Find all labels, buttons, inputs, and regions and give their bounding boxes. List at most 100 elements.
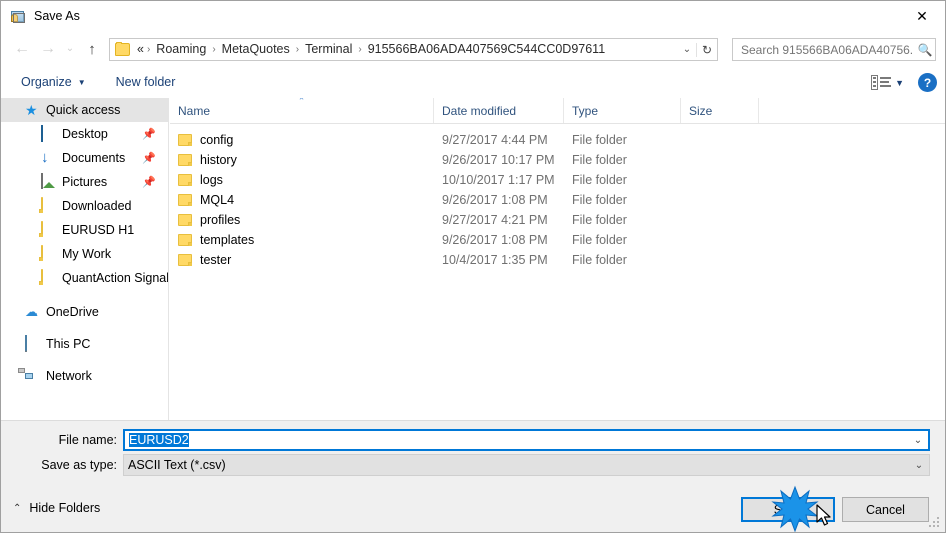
file-name-input[interactable]: EURUSD2 ⌄	[123, 429, 930, 451]
chevron-down-icon[interactable]: ⌄	[678, 44, 696, 55]
save-button[interactable]: Save	[741, 497, 835, 522]
folder-icon	[41, 197, 57, 214]
hide-folders-label: Hide Folders	[29, 501, 101, 515]
chevron-down-icon[interactable]: ⌄	[909, 460, 929, 471]
cell-date-modified: 9/27/2017 4:44 PM	[442, 133, 548, 147]
breadcrumb-item-terminal[interactable]: Terminal	[301, 41, 356, 58]
sidebar-item-label: My Work	[62, 246, 112, 261]
cancel-button[interactable]: Cancel	[842, 497, 929, 522]
chevron-down-icon[interactable]: ⌄	[908, 435, 928, 446]
file-name-row: File name: EURUSD2 ⌄	[1, 429, 945, 451]
file-name-label: history	[200, 153, 237, 167]
column-header-name[interactable]: ⌃ Name	[170, 98, 434, 123]
cell-type: File folder	[572, 253, 627, 267]
pin-icon[interactable]: 📌	[142, 152, 156, 165]
sidebar-item-label: OneDrive	[46, 304, 99, 319]
sidebar-item-documents[interactable]: ↓ Documents 📌	[1, 146, 168, 170]
new-folder-button[interactable]: New folder	[108, 72, 184, 93]
sidebar-item-network[interactable]: Network	[1, 364, 168, 388]
chevron-down-icon[interactable]: ▼	[895, 78, 904, 88]
sidebar-item-onedrive[interactable]: ☁ OneDrive	[1, 300, 168, 324]
sidebar-item-eurusd-h1[interactable]: EURUSD H1	[1, 218, 168, 242]
back-button[interactable]: ←	[9, 36, 35, 62]
sidebar-item-label: Quick access	[46, 102, 121, 117]
save-as-type-row: Save as type: ASCII Text (*.csv) ⌄	[1, 454, 945, 476]
breadcrumb-separator: ›	[358, 44, 362, 55]
sidebar-item-label: Pictures	[62, 174, 108, 189]
network-icon	[18, 368, 41, 384]
folder-icon	[178, 254, 192, 266]
folder-icon	[178, 174, 192, 186]
cell-name: config	[170, 133, 434, 147]
file-name-value-wrap: EURUSD2	[125, 433, 908, 447]
downloads-arrow-icon: ↓	[41, 149, 49, 166]
column-header-size[interactable]: Size	[681, 98, 759, 123]
save-as-type-label: Save as type:	[41, 458, 117, 472]
column-header-label: Type	[572, 103, 599, 118]
table-row[interactable]: MQL4 9/26/2017 1:08 PM File folder	[170, 190, 945, 210]
folder-icon	[41, 269, 57, 286]
pin-icon[interactable]: 📌	[142, 176, 156, 189]
table-row[interactable]: config 9/27/2017 4:44 PM File folder	[170, 130, 945, 150]
sidebar-item-label: EURUSD H1	[62, 222, 135, 237]
breadcrumb-item-metaquotes[interactable]: MetaQuotes	[218, 41, 294, 58]
folder-icon	[41, 221, 57, 238]
save-as-type-value: ASCII Text (*.csv)	[128, 458, 226, 472]
up-button[interactable]: ↑	[79, 36, 105, 62]
file-name-label: File name:	[58, 433, 117, 447]
recent-locations-button[interactable]: ⌄	[61, 36, 79, 62]
computer-icon	[25, 335, 41, 352]
help-icon[interactable]: ?	[918, 73, 937, 92]
table-row[interactable]: profiles 9/27/2017 4:21 PM File folder	[170, 210, 945, 230]
sidebar-item-quantaction-signal[interactable]: QuantAction Signal	[1, 266, 168, 290]
forward-button[interactable]: →	[35, 36, 61, 62]
file-list-pane: ⌃ Name Date modified Type Size config 9/…	[170, 98, 945, 420]
save-as-app-icon	[10, 9, 26, 25]
save-form: File name: EURUSD2 ⌄ Save as type: ASCII…	[1, 420, 945, 488]
pin-icon[interactable]: 📌	[142, 128, 156, 141]
sidebar-item-my-work[interactable]: My Work	[1, 242, 168, 266]
column-header-type[interactable]: Type	[564, 98, 681, 123]
breadcrumb-separator: ›	[295, 44, 300, 55]
close-icon[interactable]: ✕	[899, 1, 945, 31]
sidebar-item-label: Desktop	[62, 126, 108, 141]
column-header-label: Date modified	[442, 103, 517, 118]
window-title: Save As	[34, 9, 80, 24]
sidebar-item-desktop[interactable]: Desktop 📌	[1, 122, 168, 146]
star-icon: ★	[25, 102, 38, 118]
resize-grip[interactable]	[929, 517, 941, 529]
sidebar-item-quick-access[interactable]: ★ Quick access	[1, 98, 168, 122]
column-header-date-modified[interactable]: Date modified	[434, 98, 564, 123]
title-bar: Save As ✕	[1, 1, 945, 32]
search-box[interactable]: 🔍	[732, 38, 936, 61]
save-as-type-select[interactable]: ASCII Text (*.csv) ⌄	[123, 454, 930, 476]
cell-date-modified: 9/26/2017 1:08 PM	[442, 233, 548, 247]
sidebar-item-downloaded[interactable]: Downloaded	[1, 194, 168, 218]
table-row[interactable]: tester 10/4/2017 1:35 PM File folder	[170, 250, 945, 270]
breadcrumb-item-instance-id[interactable]: 915566BA06ADA407569C544CC0D97611	[364, 41, 609, 58]
organize-button[interactable]: Organize ▼	[13, 72, 94, 93]
search-icon[interactable]: 🔍	[915, 43, 935, 57]
breadcrumb-item-roaming[interactable]: Roaming	[152, 41, 210, 58]
hide-folders-button[interactable]: ⌃ Hide Folders	[13, 501, 100, 515]
cell-type: File folder	[572, 233, 627, 247]
table-row[interactable]: templates 9/26/2017 1:08 PM File folder	[170, 230, 945, 250]
refresh-icon[interactable]: ↻	[696, 42, 717, 57]
sidebar-item-this-pc[interactable]: This PC	[1, 332, 168, 356]
organize-label: Organize	[21, 75, 72, 90]
view-options-icon[interactable]	[871, 75, 892, 90]
cell-date-modified: 10/4/2017 1:35 PM	[442, 253, 548, 267]
sidebar-item-label: Documents	[62, 150, 126, 165]
breadcrumb-overflow[interactable]: «	[133, 41, 145, 58]
sidebar-item-label: This PC	[46, 336, 91, 351]
file-name-label: templates	[200, 233, 255, 247]
folder-icon	[115, 42, 130, 56]
address-bar[interactable]: « › Roaming › MetaQuotes › Terminal › 91…	[109, 38, 718, 61]
search-input[interactable]	[739, 41, 915, 58]
column-header-label: Size	[689, 103, 713, 118]
cell-name: history	[170, 153, 434, 167]
table-row[interactable]: history 9/26/2017 10:17 PM File folder	[170, 150, 945, 170]
sidebar-item-label: Downloaded	[62, 198, 132, 213]
sidebar-item-pictures[interactable]: Pictures 📌	[1, 170, 168, 194]
table-row[interactable]: logs 10/10/2017 1:17 PM File folder	[170, 170, 945, 190]
